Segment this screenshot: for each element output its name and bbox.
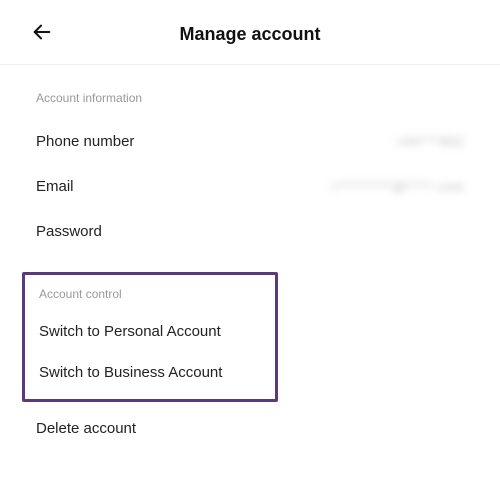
- delete-account-row[interactable]: Delete account: [36, 402, 464, 451]
- password-row[interactable]: Password: [36, 209, 464, 254]
- account-control-wrapper: Account control Switch to Personal Accou…: [0, 272, 500, 402]
- page-title: Manage account: [30, 24, 470, 45]
- page-header: Manage account: [0, 0, 500, 65]
- delete-account-section: Delete account: [0, 402, 500, 451]
- switch-personal-row[interactable]: Switch to Personal Account: [39, 311, 261, 352]
- phone-number-label: Phone number: [36, 133, 134, 150]
- phone-number-row[interactable]: Phone number +44****852: [36, 119, 464, 164]
- account-control-header: Account control: [39, 287, 261, 301]
- switch-personal-label: Switch to Personal Account: [39, 323, 221, 340]
- phone-number-value: +44****852: [395, 134, 464, 149]
- switch-business-row[interactable]: Switch to Business Account: [39, 352, 261, 393]
- email-row[interactable]: Email r**********@*****.com: [36, 164, 464, 209]
- delete-account-label: Delete account: [36, 420, 136, 437]
- switch-business-label: Switch to Business Account: [39, 364, 222, 381]
- account-info-header: Account information: [36, 91, 464, 105]
- password-label: Password: [36, 223, 102, 240]
- account-information-section: Account information Phone number +44****…: [0, 91, 500, 254]
- email-label: Email: [36, 178, 74, 195]
- email-value: r**********@*****.com: [332, 179, 464, 194]
- account-control-highlight: Account control Switch to Personal Accou…: [22, 272, 278, 402]
